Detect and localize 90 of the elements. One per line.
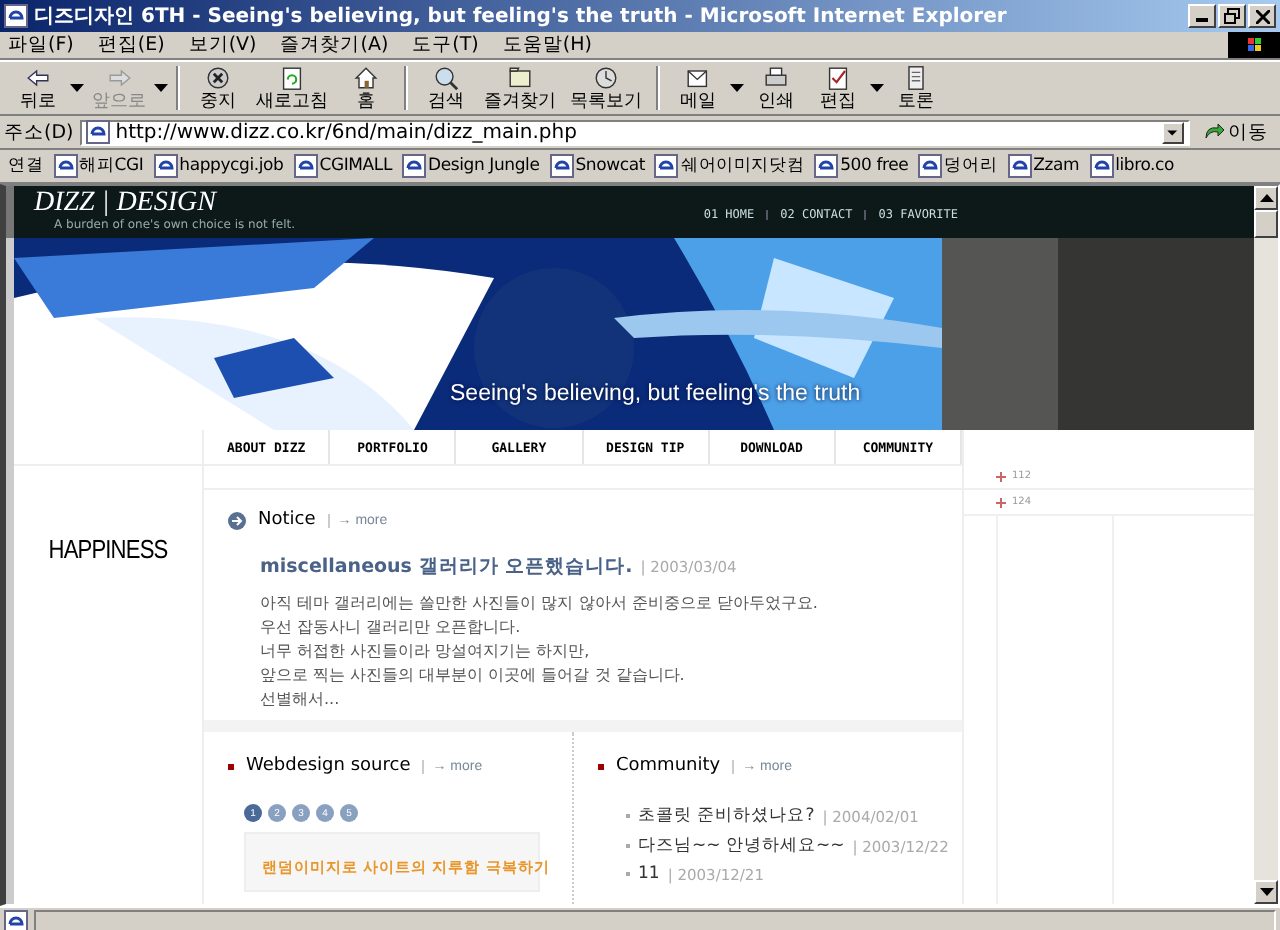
page-icon: [654, 153, 679, 177]
notice-text-line: 앞으로 찍는 사진들의 대부분이 이곳에 들어갈 것 같습니다.: [260, 664, 687, 688]
printer-icon: [762, 64, 790, 92]
home-icon: [352, 64, 380, 92]
site-logo[interactable]: DIZZ | DESIGN: [34, 190, 296, 218]
post-title[interactable]: 11: [638, 864, 660, 884]
link-item[interactable]: 덩어리: [918, 153, 998, 177]
favorites-button[interactable]: 즐겨찾기: [478, 64, 562, 112]
caret-icon[interactable]: [870, 84, 884, 92]
refresh-button[interactable]: 새로고침: [250, 64, 334, 112]
back-button[interactable]: 뒤로: [8, 64, 68, 112]
post-title[interactable]: 초콜릿 준비하셨나요?: [638, 804, 815, 828]
search-button[interactable]: 검색: [416, 64, 476, 112]
page-icon: [1089, 153, 1114, 177]
link-item[interactable]: libro.co: [1089, 153, 1175, 177]
left-arrow-icon: [24, 64, 52, 92]
dropdown-icon[interactable]: [1162, 121, 1184, 143]
address-field[interactable]: http://www.dizz.co.kr/6nd/main/dizz_main.php: [79, 119, 1190, 145]
page-icon: [85, 120, 110, 144]
link-item[interactable]: Snowcat: [549, 153, 645, 177]
document-icon: [902, 64, 930, 92]
caret-icon[interactable]: [70, 84, 84, 92]
arrow-icon: [1204, 122, 1224, 142]
link-item[interactable]: happycgi.job: [153, 153, 284, 177]
bullet-icon: [228, 763, 234, 769]
plus-icon: [996, 471, 1006, 481]
down-arrow-icon[interactable]: [1259, 888, 1273, 896]
refresh-icon: [278, 64, 306, 92]
stop-button[interactable]: 중지: [188, 64, 248, 112]
notice-text-line: 너무 허접한 사진들이라 망설여지기는 하지만,: [260, 640, 592, 664]
link-item[interactable]: 해피CGI: [53, 153, 144, 177]
menu-item[interactable]: 즐겨찾기(A): [280, 32, 389, 58]
menu-item[interactable]: 도움말(H): [502, 32, 592, 58]
link-item[interactable]: 쉐어이미지닷컴: [654, 153, 805, 177]
close-button[interactable]: [1248, 4, 1276, 28]
menu-item[interactable]: 도구(T): [412, 32, 479, 58]
page-icon: [153, 153, 178, 177]
close-icon: [1255, 9, 1269, 23]
page-icon: [53, 153, 78, 177]
caret-icon[interactable]: [730, 84, 744, 92]
menu-item[interactable]: 보기(V): [188, 32, 257, 58]
link-item[interactable]: 500 free: [814, 153, 909, 177]
discuss-button[interactable]: 토론: [886, 64, 946, 112]
history-button[interactable]: 목록보기: [564, 64, 648, 112]
print-button[interactable]: 인쇄: [746, 64, 806, 112]
home-button[interactable]: 홈: [336, 64, 396, 112]
right-arrow-icon: [105, 64, 133, 92]
restore-button[interactable]: [1218, 4, 1246, 28]
folder-icon: [506, 64, 534, 92]
minimize-button[interactable]: [1188, 4, 1216, 28]
arrow-circle-icon: [228, 511, 246, 529]
page-icon: [4, 4, 28, 28]
notice-text-line: 선별해서...: [260, 688, 342, 712]
menu-item[interactable]: 편집(E): [97, 32, 165, 58]
post-title[interactable]: 다즈님~~ 안녕하세요~~: [638, 834, 845, 858]
notice-headline[interactable]: miscellaneous 갤러리가 오픈했습니다.: [260, 554, 633, 580]
up-arrow-icon[interactable]: [1259, 194, 1273, 202]
go-button[interactable]: 이동: [1196, 119, 1276, 145]
page-icon: [293, 153, 318, 177]
page-icon: [814, 153, 839, 177]
checked-page-icon: [824, 64, 852, 92]
mail-button[interactable]: 메일: [668, 64, 728, 112]
scrollbar[interactable]: [1254, 186, 1278, 904]
bullet-icon: [598, 763, 604, 769]
notice-text-line: 우선 잡동사니 갤러리만 오픈합니다.: [260, 616, 523, 640]
page-icon: [402, 153, 426, 177]
envelope-icon: [684, 64, 712, 92]
address-label: 주소(D): [4, 119, 74, 145]
section-heading: Community: [616, 756, 721, 776]
plus-icon: [996, 497, 1006, 507]
section-heading: Webdesign source: [246, 756, 411, 776]
link-item[interactable]: Zzam: [1007, 153, 1080, 177]
menu-item[interactable]: 파일(F): [8, 32, 74, 58]
page-icon: [549, 153, 574, 177]
section-title: HAPPINESS: [46, 534, 170, 564]
stop-icon: [204, 64, 232, 92]
clock-icon: [592, 64, 620, 92]
window-title: 디즈디자인 6TH - Seeing's believing, but feeling's the truth - Microsoft Internet Explorer: [34, 4, 1009, 30]
notice-title: Notice: [258, 510, 316, 530]
link-item[interactable]: Design Jungle: [402, 153, 540, 177]
page-icon: [918, 153, 943, 177]
edit-button[interactable]: 편집: [808, 64, 868, 112]
restore-icon: [1224, 8, 1240, 24]
banner-caption: Seeing's believing, but feeling's the truth: [450, 382, 861, 406]
scroll-thumb[interactable]: [1254, 210, 1278, 238]
link-item[interactable]: CGIMALL: [293, 153, 392, 177]
notice-text-line: 아직 테마 갤러리에는 쓸만한 사진들이 많지 않아서 준비중으로 닫아두었구요.: [260, 592, 820, 616]
page-icon: [1007, 153, 1032, 177]
links-label: 연결: [8, 153, 44, 177]
search-icon: [432, 64, 460, 92]
